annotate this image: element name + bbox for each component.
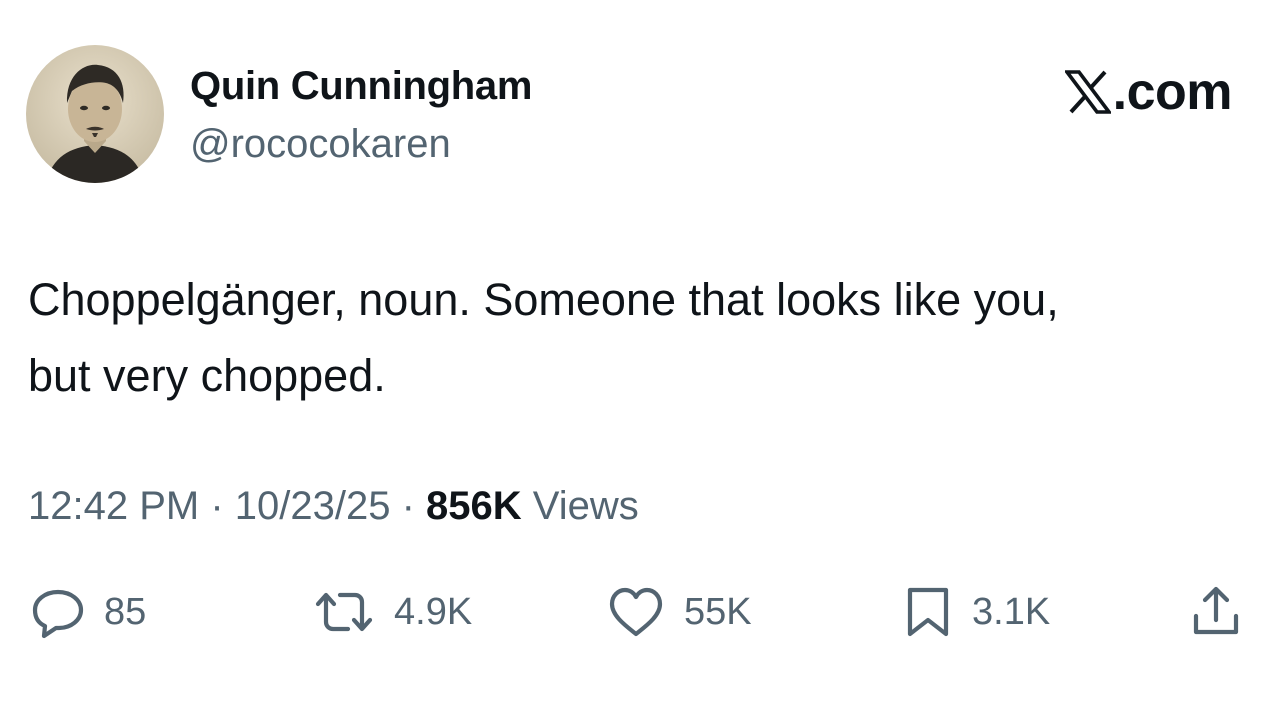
reply-icon: [30, 584, 86, 640]
bookmark-count: 3.1K: [972, 590, 1051, 633]
x-logo-icon: [1063, 70, 1113, 114]
share-icon: [1188, 584, 1244, 640]
like-button[interactable]: 55K: [606, 584, 752, 640]
avatar[interactable]: [26, 45, 164, 183]
meta-separator: ·: [390, 484, 427, 528]
tweet-card: Quin Cunningham @rococokaren .com Choppe…: [0, 0, 1280, 720]
repost-count: 4.9K: [394, 590, 473, 633]
tweet-date[interactable]: 10/23/25: [235, 484, 391, 528]
tweet-meta: 12:42 PM · 10/23/25 · 856K Views: [28, 484, 639, 529]
bookmark-button[interactable]: 3.1K: [902, 584, 1050, 640]
like-count: 55K: [684, 590, 752, 633]
repost-icon: [312, 584, 376, 640]
views-count: 856K: [426, 484, 522, 528]
heart-icon: [606, 584, 666, 640]
brand-text: .com: [1112, 63, 1233, 121]
meta-separator: ·: [199, 484, 235, 528]
tweet-text: Choppelgänger, noun. Someone that looks …: [28, 262, 1248, 414]
author-handle[interactable]: @rococokaren: [190, 122, 451, 167]
tweet-time[interactable]: 12:42 PM: [28, 484, 199, 528]
repost-button[interactable]: 4.9K: [312, 584, 472, 640]
author-display-name[interactable]: Quin Cunningham: [190, 64, 532, 109]
views-label: Views: [521, 484, 639, 528]
tweet-text-line: Choppelgänger, noun. Someone that looks …: [28, 274, 1059, 325]
reply-button[interactable]: 85: [30, 584, 146, 640]
bookmark-icon: [902, 584, 954, 640]
action-bar: 85 4.9K 55K 3.1K: [0, 584, 1280, 640]
tweet-text-line: but very chopped.: [28, 350, 386, 401]
x-com-brand: .com: [1063, 63, 1233, 121]
reply-count: 85: [104, 590, 147, 633]
share-button[interactable]: [1188, 584, 1244, 640]
